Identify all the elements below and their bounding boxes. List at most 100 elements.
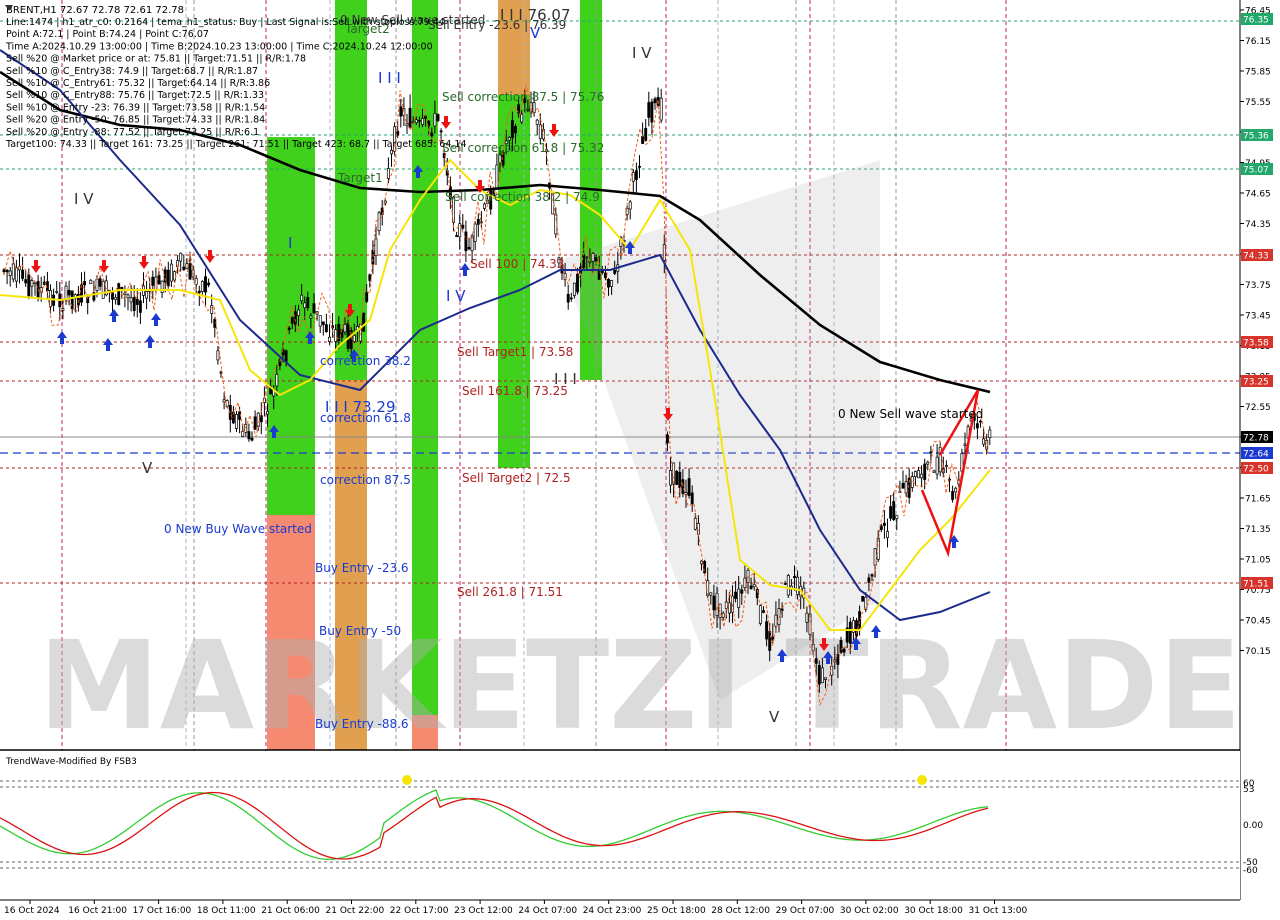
candle-body xyxy=(944,465,948,467)
candle-body xyxy=(30,280,34,287)
label-new-sell-wave: 0 New Sell wave started xyxy=(838,407,983,421)
candle-body xyxy=(197,290,201,294)
candle-body xyxy=(287,327,291,330)
candle-body xyxy=(436,114,440,121)
candle-body xyxy=(603,272,607,279)
candle-body xyxy=(417,119,421,122)
time-tick-label: 30 Oct 02:00 xyxy=(840,906,899,916)
time-tick-label: 22 Oct 17:00 xyxy=(390,906,449,916)
candle-body xyxy=(665,434,669,444)
candle-body xyxy=(408,107,412,128)
label-iii-7329: I I I 73.29 xyxy=(325,398,396,416)
candle-body xyxy=(895,515,899,519)
candle-body xyxy=(297,309,300,316)
label-target1: Target1 xyxy=(337,171,383,185)
label-sell-corr-87: Sell correction 87.5 | 75.76 xyxy=(442,90,604,104)
candle-body xyxy=(98,278,102,287)
candle-body xyxy=(873,548,877,566)
candle-body xyxy=(752,583,756,588)
candle-body xyxy=(455,235,459,237)
price-badge-label: 76.35 xyxy=(1243,16,1269,26)
candle-body xyxy=(309,315,313,319)
candle-body xyxy=(768,630,772,651)
label-wave-iv-mid: I V xyxy=(446,287,466,305)
candle-body xyxy=(129,297,133,303)
candle-body xyxy=(151,276,155,286)
time-tick-label: 17 Oct 16:00 xyxy=(133,906,192,916)
candle-body xyxy=(982,438,986,445)
info-line: Sell %10 @ Entry -23: 76.39 || Target:73… xyxy=(6,102,265,113)
info-line: Sell %10 @ C_Entry61: 75.32 || Target:64… xyxy=(6,78,270,89)
candle-body xyxy=(879,525,883,530)
label-wave-iii: I I I xyxy=(378,69,401,87)
candle-body xyxy=(904,481,908,494)
osc-peak-dot-2 xyxy=(917,775,927,785)
candle-body xyxy=(2,269,6,272)
candle-body xyxy=(858,611,862,631)
candle-body xyxy=(721,612,725,618)
price-badge-label: 72.64 xyxy=(1243,450,1269,460)
info-line: Sell %20 @ Market price or at: 75.81 || … xyxy=(6,54,306,65)
time-axis[interactable]: 16 Oct 2024 16 Oct 21:00 17 Oct 16:00 18 Oc… xyxy=(0,899,1280,920)
price-tick-label: 75.55 xyxy=(1245,98,1271,108)
candle-body xyxy=(538,124,542,139)
candle-body xyxy=(27,274,31,297)
candle-body xyxy=(371,250,375,265)
candle-body xyxy=(157,275,161,285)
candle-body xyxy=(913,471,917,477)
candle-body xyxy=(464,231,468,252)
candle-body xyxy=(535,119,539,125)
candle-body xyxy=(89,279,93,285)
candle-body xyxy=(312,303,316,314)
candle-body xyxy=(83,281,87,286)
candle-body xyxy=(805,612,809,623)
candle-body xyxy=(5,269,9,273)
candle-body xyxy=(303,302,307,309)
candle-body xyxy=(386,168,390,179)
candle-body xyxy=(483,203,486,209)
candle-body xyxy=(293,311,297,326)
candle-body xyxy=(613,270,617,274)
price-tick-label: 71.05 xyxy=(1245,556,1271,566)
candle-body xyxy=(920,473,924,479)
candle-body xyxy=(979,420,982,423)
time-tick-label: 28 Oct 12:00 xyxy=(711,906,770,916)
candle-body xyxy=(256,412,260,428)
price-badge-label: 74.33 xyxy=(1243,252,1269,262)
candle-body xyxy=(659,97,663,121)
price-tick-label: 70.15 xyxy=(1245,647,1271,657)
label-sell-100: Sell 100 | 74.33 xyxy=(470,257,564,271)
candle-body xyxy=(114,297,118,300)
candle-body xyxy=(318,315,322,327)
candle-body xyxy=(300,294,304,302)
candle-body xyxy=(352,335,356,342)
candle-body xyxy=(765,621,769,640)
candle-body xyxy=(988,429,992,439)
label-wave-iii-low: I I I xyxy=(554,370,577,388)
candle-body xyxy=(929,451,933,454)
candle-body xyxy=(901,482,905,489)
price-tick-label: 71.35 xyxy=(1245,525,1271,535)
candle-body xyxy=(259,415,263,423)
price-badge-label: 71.51 xyxy=(1243,580,1269,590)
candle-body xyxy=(64,285,68,301)
info-line: Line:1474 | h1_atr_c0: 0.2164 | tema_h1_… xyxy=(6,17,445,28)
time-tick-label: 31 Oct 13:00 xyxy=(969,906,1028,916)
candle-body xyxy=(204,276,207,293)
label-sell-corr-38: Sell correction 38.2 | 74.9 xyxy=(445,190,600,204)
candle-body xyxy=(650,101,654,123)
indicator-pane[interactable]: TrendWave-Modified By FSB3 60 53 0.00 -5… xyxy=(0,751,1263,900)
candle-body xyxy=(235,414,238,429)
candle-body xyxy=(820,667,824,684)
candle-body xyxy=(433,113,437,127)
label-wave-i: I xyxy=(288,234,292,252)
info-line: Target100: 74.33 || Target 161: 73.25 ||… xyxy=(5,139,467,150)
price-tick-label: 75.85 xyxy=(1245,68,1271,78)
label-wave-iv-top: I V xyxy=(632,44,652,62)
candle-body xyxy=(24,279,28,284)
symbol-header: BRENT,H1 72.67 72.78 72.61 72.78 xyxy=(6,5,184,16)
price-chart[interactable]: MARKETZI TRADE I I I 76.07 Sell Entry -2… xyxy=(0,0,1280,920)
osc-peak-dot xyxy=(402,775,412,785)
chart-window[interactable]: MARKETZI TRADE I I I 76.07 Sell Entry -2… xyxy=(0,0,1280,920)
candle-body xyxy=(864,596,868,610)
